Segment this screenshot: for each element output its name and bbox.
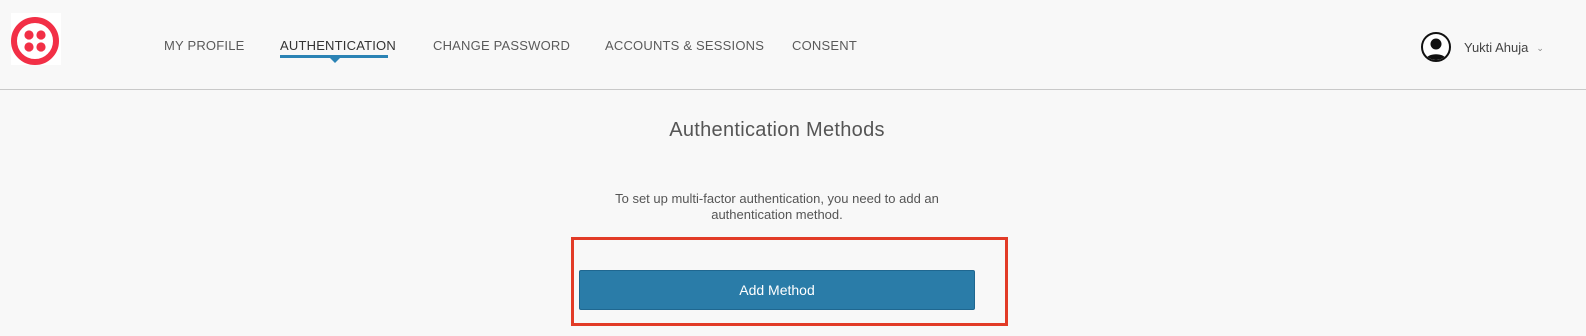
top-header: MY PROFILE AUTHENTICATION CHANGE PASSWOR… <box>0 0 1586 90</box>
tab-accounts-sessions[interactable]: ACCOUNTS & SESSIONS <box>605 38 764 54</box>
user-avatar-icon <box>1421 32 1451 62</box>
tab-my-profile[interactable]: MY PROFILE <box>164 38 245 54</box>
page-title: Authentication Methods <box>669 119 885 141</box>
add-method-button[interactable]: Add Method <box>579 270 975 310</box>
mfa-intro-text: To set up multi-factor authentication, y… <box>615 191 939 222</box>
user-name: Yukti Ahuja <box>1464 39 1529 55</box>
tab-authentication[interactable]: AUTHENTICATION <box>280 38 396 54</box>
tab-consent[interactable]: CONSENT <box>792 38 857 54</box>
profile-nav: MY PROFILE AUTHENTICATION CHANGE PASSWOR… <box>0 0 1000 90</box>
user-menu[interactable]: Yukti Ahuja ⌄ <box>1421 31 1544 63</box>
chevron-down-icon[interactable]: ⌄ <box>1536 43 1544 54</box>
active-tab-caret-icon <box>329 57 341 63</box>
tab-change-password[interactable]: CHANGE PASSWORD <box>433 38 570 54</box>
